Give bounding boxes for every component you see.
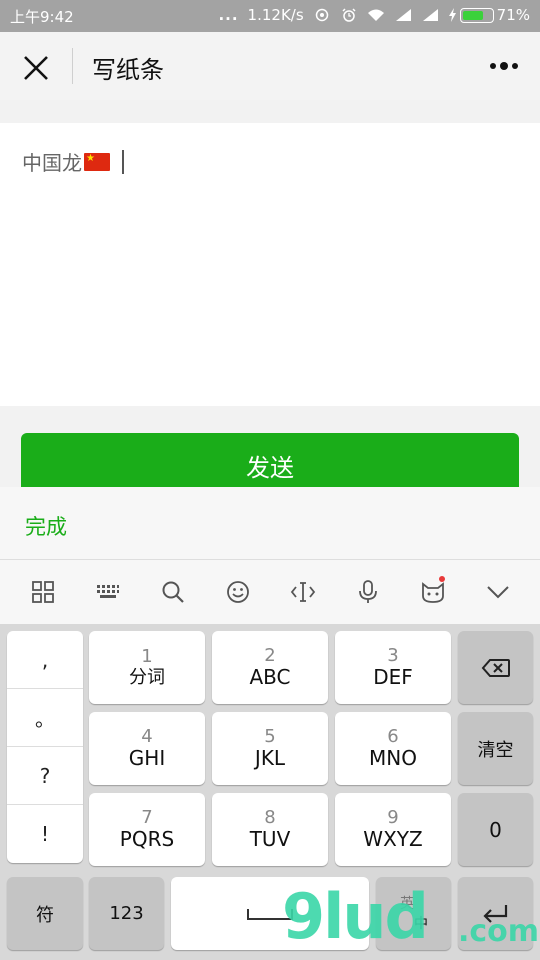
number-mode-key[interactable]: 123 — [89, 877, 164, 950]
key-6[interactable]: 6 MNO — [335, 712, 451, 785]
key-letters: TUV — [249, 827, 291, 852]
backspace-key[interactable] — [458, 631, 533, 704]
emoji-icon — [226, 581, 249, 603]
note-editor[interactable]: 中国龙 ★ — [0, 123, 540, 406]
title-divider — [72, 48, 73, 84]
lang-zh-label: 中 — [414, 916, 428, 932]
mascot-icon — [421, 582, 444, 603]
more-button[interactable] — [486, 54, 522, 78]
key-4[interactable]: 4 GHI — [89, 712, 205, 785]
keyboard-switch-button[interactable] — [88, 572, 128, 612]
key-1[interactable]: 1 分词 — [89, 631, 205, 704]
notification-dot — [438, 576, 445, 582]
voice-input-button[interactable] — [348, 572, 388, 612]
symbol-key[interactable]: 符 — [7, 877, 83, 950]
signal-icon-2 — [422, 9, 438, 21]
punct-key[interactable]: , — [7, 631, 83, 689]
key-number: 9 — [387, 806, 399, 828]
space-key[interactable] — [171, 877, 369, 950]
punct-key[interactable]: ! — [7, 805, 83, 863]
ime-keyboard: , 。 ? ! 1 分词 2 ABC 3 DEF 4 GHI 5 JKL 6 M… — [0, 624, 540, 960]
title-bar: 写纸条 — [0, 32, 540, 100]
china-flag-icon: ★ — [84, 152, 110, 171]
more-icon — [490, 62, 518, 70]
zero-key-label: 0 — [489, 817, 502, 842]
ime-search-button[interactable] — [153, 572, 193, 612]
key-7[interactable]: 7 PQRS — [89, 793, 205, 866]
key-letters: WXYZ — [363, 827, 423, 852]
key-number: 8 — [264, 806, 276, 828]
status-time: 上午9:42 — [10, 8, 74, 26]
alarm-icon — [342, 8, 356, 22]
ime-menu-button[interactable] — [23, 572, 63, 612]
hide-keyboard-button[interactable] — [478, 572, 518, 612]
key-3[interactable]: 3 DEF — [335, 631, 451, 704]
lang-en-label: 英 — [400, 896, 414, 912]
battery-percent: 71% — [496, 6, 530, 24]
grid-icon — [31, 581, 54, 603]
clear-key-label: 清空 — [477, 739, 514, 761]
key-number: 2 — [264, 644, 276, 666]
search-icon — [162, 581, 184, 603]
cursor-move-button[interactable] — [283, 572, 323, 612]
backspace-icon — [481, 658, 510, 677]
note-text-value: 中国龙 — [22, 151, 82, 175]
enter-key[interactable] — [458, 877, 533, 950]
battery-fill — [462, 10, 483, 20]
charging-icon — [448, 8, 456, 22]
key-number: 7 — [141, 806, 153, 828]
chevron-down-icon — [486, 586, 509, 599]
key-2[interactable]: 2 ABC — [212, 631, 328, 704]
skin-button[interactable] — [413, 572, 453, 612]
key-number: 5 — [264, 725, 276, 747]
wifi-icon — [367, 9, 384, 21]
close-button[interactable] — [18, 50, 54, 86]
done-button[interactable]: 完成 — [25, 511, 67, 541]
key-9[interactable]: 9 WXYZ — [335, 793, 451, 866]
key-letters: MNO — [369, 746, 417, 771]
symbol-key-label: 符 — [36, 904, 54, 926]
punctuation-column: , 。 ? ! — [7, 631, 83, 863]
text-caret — [122, 149, 124, 174]
key-letters: GHI — [128, 746, 166, 771]
done-bar: 完成 — [0, 487, 540, 560]
space-icon — [247, 908, 293, 920]
microphone-icon — [358, 580, 377, 603]
key-8[interactable]: 8 TUV — [212, 793, 328, 866]
number-mode-label: 123 — [109, 902, 144, 924]
page-title: 写纸条 — [92, 56, 164, 84]
status-right: ... 1.12K/s 71% — [218, 6, 530, 24]
signal-icon — [395, 9, 411, 21]
enter-icon — [482, 904, 507, 923]
key-number: 6 — [387, 725, 399, 747]
key-letters: DEF — [373, 665, 413, 690]
key-number: 4 — [141, 725, 153, 747]
battery: 71% — [448, 6, 530, 24]
emoji-button[interactable] — [218, 572, 258, 612]
key-letters: ABC — [249, 665, 291, 690]
key-number: 1 — [141, 645, 153, 667]
key-letters: PQRS — [119, 827, 175, 852]
keyboard-icon — [96, 585, 119, 598]
key-letters: JKL — [254, 746, 286, 771]
key-number: 3 — [387, 644, 399, 666]
key-5[interactable]: 5 JKL — [212, 712, 328, 785]
language-switch-key[interactable]: 英 中 — [376, 877, 451, 950]
key-letters: 分词 — [129, 666, 165, 688]
status-dots: ... — [218, 6, 239, 24]
punct-key[interactable]: 。 — [7, 689, 83, 747]
battery-icon — [459, 7, 494, 23]
net-speed: 1.12K/s — [247, 6, 304, 24]
clear-key[interactable]: 清空 — [458, 712, 533, 785]
cursor-move-icon — [290, 582, 315, 602]
punct-key[interactable]: ? — [7, 747, 83, 805]
close-icon — [24, 56, 48, 80]
zero-key[interactable]: 0 — [458, 793, 533, 866]
note-text: 中国龙 ★ — [22, 147, 124, 176]
status-bar: 上午9:42 ... 1.12K/s 71% — [0, 0, 540, 32]
hotspot-icon — [315, 8, 328, 22]
ime-toolbar — [0, 560, 540, 624]
